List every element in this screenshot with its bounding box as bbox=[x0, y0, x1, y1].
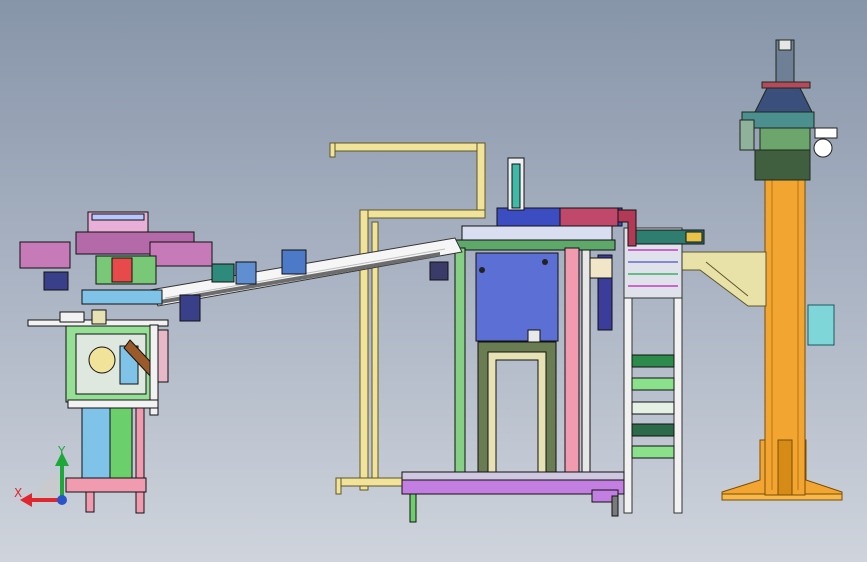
x-axis-label: X bbox=[14, 486, 22, 500]
left-feeder-assembly bbox=[19, 211, 213, 514]
right-column-assembly bbox=[679, 39, 843, 501]
coordinate-triad[interactable]: Y X bbox=[14, 444, 69, 507]
magazine-tower bbox=[585, 227, 705, 514]
z-axis-dot bbox=[57, 495, 67, 505]
y-axis-label: Y bbox=[57, 444, 66, 458]
main-machine-body bbox=[329, 142, 637, 523]
cad-viewport[interactable]: Y X bbox=[0, 0, 867, 562]
machine-assembly-drawing: Y X bbox=[14, 39, 843, 523]
